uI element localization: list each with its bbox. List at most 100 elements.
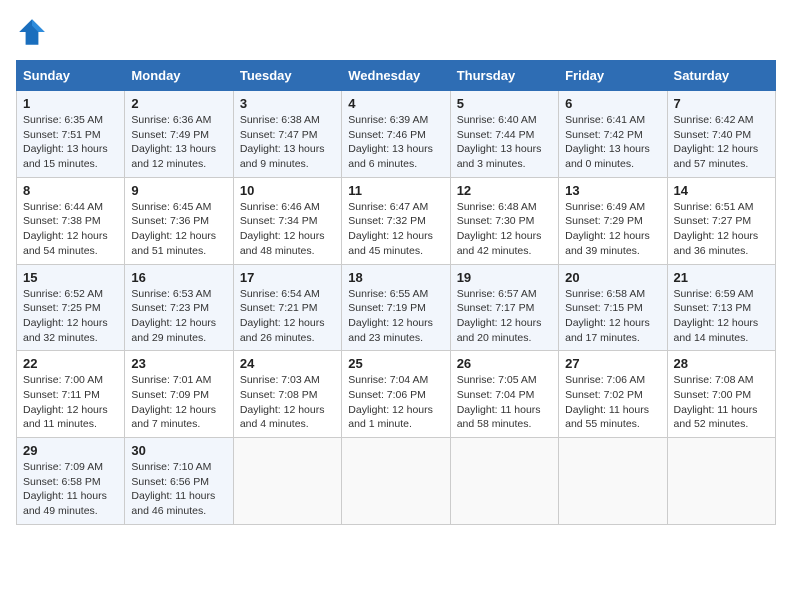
calendar-cell: 30 Sunrise: 7:10 AM Sunset: 6:56 PM Dayli… bbox=[125, 438, 233, 525]
day-info: Sunrise: 6:38 AM Sunset: 7:47 PM Dayligh… bbox=[240, 113, 335, 172]
calendar-cell: 29 Sunrise: 7:09 AM Sunset: 6:58 PM Dayli… bbox=[17, 438, 125, 525]
day-info: Sunrise: 7:06 AM Sunset: 7:02 PM Dayligh… bbox=[565, 373, 660, 432]
calendar-cell bbox=[450, 438, 558, 525]
calendar-week-row: 29 Sunrise: 7:09 AM Sunset: 6:58 PM Dayli… bbox=[17, 438, 776, 525]
day-number: 10 bbox=[240, 183, 335, 198]
day-info: Sunrise: 6:54 AM Sunset: 7:21 PM Dayligh… bbox=[240, 287, 335, 346]
day-number: 21 bbox=[674, 270, 769, 285]
page-header bbox=[16, 16, 776, 48]
day-number: 29 bbox=[23, 443, 118, 458]
day-number: 7 bbox=[674, 96, 769, 111]
calendar-cell: 26Sunrise: 7:05 AM Sunset: 7:04 PM Dayli… bbox=[450, 351, 558, 438]
day-info: Sunrise: 6:59 AM Sunset: 7:13 PM Dayligh… bbox=[674, 287, 769, 346]
day-info: Sunrise: 7:08 AM Sunset: 7:00 PM Dayligh… bbox=[674, 373, 769, 432]
day-number: 4 bbox=[348, 96, 443, 111]
calendar-cell: 14 Sunrise: 6:51 AM Sunset: 7:27 PM Dayli… bbox=[667, 177, 775, 264]
day-header-thursday: Thursday bbox=[450, 61, 558, 91]
day-number: 23 bbox=[131, 356, 226, 371]
day-info: Sunrise: 6:52 AM Sunset: 7:25 PM Dayligh… bbox=[23, 287, 118, 346]
day-info: Sunrise: 6:39 AM Sunset: 7:46 PM Dayligh… bbox=[348, 113, 443, 172]
day-info: Sunrise: 6:46 AM Sunset: 7:34 PM Dayligh… bbox=[240, 200, 335, 259]
day-number: 18 bbox=[348, 270, 443, 285]
day-number: 6 bbox=[565, 96, 660, 111]
day-number: 12 bbox=[457, 183, 552, 198]
day-info: Sunrise: 7:04 AM Sunset: 7:06 PM Dayligh… bbox=[348, 373, 443, 432]
day-header-monday: Monday bbox=[125, 61, 233, 91]
calendar-cell bbox=[559, 438, 667, 525]
day-info: Sunrise: 7:05 AM Sunset: 7:04 PM Dayligh… bbox=[457, 373, 552, 432]
calendar-cell bbox=[342, 438, 450, 525]
calendar-cell: 19 Sunrise: 6:57 AM Sunset: 7:17 PM Dayli… bbox=[450, 264, 558, 351]
calendar-table: SundayMondayTuesdayWednesdayThursdayFrid… bbox=[16, 60, 776, 525]
calendar-cell: 22Sunrise: 7:00 AM Sunset: 7:11 PM Dayli… bbox=[17, 351, 125, 438]
day-number: 25 bbox=[348, 356, 443, 371]
calendar-cell: 9Sunrise: 6:45 AM Sunset: 7:36 PM Daylig… bbox=[125, 177, 233, 264]
day-info: Sunrise: 6:58 AM Sunset: 7:15 PM Dayligh… bbox=[565, 287, 660, 346]
calendar-cell: 12 Sunrise: 6:48 AM Sunset: 7:30 PM Dayli… bbox=[450, 177, 558, 264]
day-info: Sunrise: 7:03 AM Sunset: 7:08 PM Dayligh… bbox=[240, 373, 335, 432]
logo bbox=[16, 16, 52, 48]
day-number: 9 bbox=[131, 183, 226, 198]
day-number: 22 bbox=[23, 356, 118, 371]
calendar-week-row: 8 Sunrise: 6:44 AM Sunset: 7:38 PM Daylig… bbox=[17, 177, 776, 264]
day-info: Sunrise: 6:49 AM Sunset: 7:29 PM Dayligh… bbox=[565, 200, 660, 259]
day-info: Sunrise: 6:55 AM Sunset: 7:19 PM Dayligh… bbox=[348, 287, 443, 346]
calendar-cell: 7 Sunrise: 6:42 AM Sunset: 7:40 PM Daylig… bbox=[667, 91, 775, 178]
calendar-cell: 4 Sunrise: 6:39 AM Sunset: 7:46 PM Daylig… bbox=[342, 91, 450, 178]
day-info: Sunrise: 7:09 AM Sunset: 6:58 PM Dayligh… bbox=[23, 460, 118, 519]
day-info: Sunrise: 7:01 AM Sunset: 7:09 PM Dayligh… bbox=[131, 373, 226, 432]
day-info: Sunrise: 6:51 AM Sunset: 7:27 PM Dayligh… bbox=[674, 200, 769, 259]
day-info: Sunrise: 6:44 AM Sunset: 7:38 PM Dayligh… bbox=[23, 200, 118, 259]
calendar-cell bbox=[233, 438, 341, 525]
day-info: Sunrise: 6:35 AM Sunset: 7:51 PM Dayligh… bbox=[23, 113, 118, 172]
day-number: 11 bbox=[348, 183, 443, 198]
calendar-cell: 11 Sunrise: 6:47 AM Sunset: 7:32 PM Dayli… bbox=[342, 177, 450, 264]
calendar-week-row: 1 Sunrise: 6:35 AM Sunset: 7:51 PM Daylig… bbox=[17, 91, 776, 178]
day-header-wednesday: Wednesday bbox=[342, 61, 450, 91]
day-number: 13 bbox=[565, 183, 660, 198]
day-number: 16 bbox=[131, 270, 226, 285]
day-number: 28 bbox=[674, 356, 769, 371]
day-number: 5 bbox=[457, 96, 552, 111]
day-number: 3 bbox=[240, 96, 335, 111]
day-info: Sunrise: 6:47 AM Sunset: 7:32 PM Dayligh… bbox=[348, 200, 443, 259]
day-info: Sunrise: 6:42 AM Sunset: 7:40 PM Dayligh… bbox=[674, 113, 769, 172]
day-number: 19 bbox=[457, 270, 552, 285]
calendar-cell: 6 Sunrise: 6:41 AM Sunset: 7:42 PM Daylig… bbox=[559, 91, 667, 178]
day-number: 1 bbox=[23, 96, 118, 111]
calendar-cell: 17 Sunrise: 6:54 AM Sunset: 7:21 PM Dayli… bbox=[233, 264, 341, 351]
calendar-cell: 25 Sunrise: 7:04 AM Sunset: 7:06 PM Dayli… bbox=[342, 351, 450, 438]
day-info: Sunrise: 6:40 AM Sunset: 7:44 PM Dayligh… bbox=[457, 113, 552, 172]
day-info: Sunrise: 6:41 AM Sunset: 7:42 PM Dayligh… bbox=[565, 113, 660, 172]
day-info: Sunrise: 7:10 AM Sunset: 6:56 PM Dayligh… bbox=[131, 460, 226, 519]
calendar-cell: 20Sunrise: 6:58 AM Sunset: 7:15 PM Dayli… bbox=[559, 264, 667, 351]
day-number: 8 bbox=[23, 183, 118, 198]
day-number: 17 bbox=[240, 270, 335, 285]
calendar-cell: 13 Sunrise: 6:49 AM Sunset: 7:29 PM Dayli… bbox=[559, 177, 667, 264]
calendar-cell: 16Sunrise: 6:53 AM Sunset: 7:23 PM Dayli… bbox=[125, 264, 233, 351]
calendar-cell: 8 Sunrise: 6:44 AM Sunset: 7:38 PM Daylig… bbox=[17, 177, 125, 264]
day-number: 30 bbox=[131, 443, 226, 458]
day-header-tuesday: Tuesday bbox=[233, 61, 341, 91]
day-number: 14 bbox=[674, 183, 769, 198]
calendar-cell: 27 Sunrise: 7:06 AM Sunset: 7:02 PM Dayli… bbox=[559, 351, 667, 438]
calendar-cell: 3 Sunrise: 6:38 AM Sunset: 7:47 PM Daylig… bbox=[233, 91, 341, 178]
day-header-friday: Friday bbox=[559, 61, 667, 91]
day-number: 2 bbox=[131, 96, 226, 111]
day-info: Sunrise: 6:48 AM Sunset: 7:30 PM Dayligh… bbox=[457, 200, 552, 259]
calendar-cell: 28 Sunrise: 7:08 AM Sunset: 7:00 PM Dayli… bbox=[667, 351, 775, 438]
day-number: 15 bbox=[23, 270, 118, 285]
calendar-cell: 5 Sunrise: 6:40 AM Sunset: 7:44 PM Daylig… bbox=[450, 91, 558, 178]
calendar-week-row: 15 Sunrise: 6:52 AM Sunset: 7:25 PM Dayli… bbox=[17, 264, 776, 351]
days-header-row: SundayMondayTuesdayWednesdayThursdayFrid… bbox=[17, 61, 776, 91]
day-number: 24 bbox=[240, 356, 335, 371]
logo-icon bbox=[16, 16, 48, 48]
calendar-cell: 15 Sunrise: 6:52 AM Sunset: 7:25 PM Dayli… bbox=[17, 264, 125, 351]
calendar-cell bbox=[667, 438, 775, 525]
day-header-sunday: Sunday bbox=[17, 61, 125, 91]
day-info: Sunrise: 6:57 AM Sunset: 7:17 PM Dayligh… bbox=[457, 287, 552, 346]
day-number: 27 bbox=[565, 356, 660, 371]
day-info: Sunrise: 6:36 AM Sunset: 7:49 PM Dayligh… bbox=[131, 113, 226, 172]
calendar-cell: 24 Sunrise: 7:03 AM Sunset: 7:08 PM Dayli… bbox=[233, 351, 341, 438]
calendar-week-row: 22Sunrise: 7:00 AM Sunset: 7:11 PM Dayli… bbox=[17, 351, 776, 438]
